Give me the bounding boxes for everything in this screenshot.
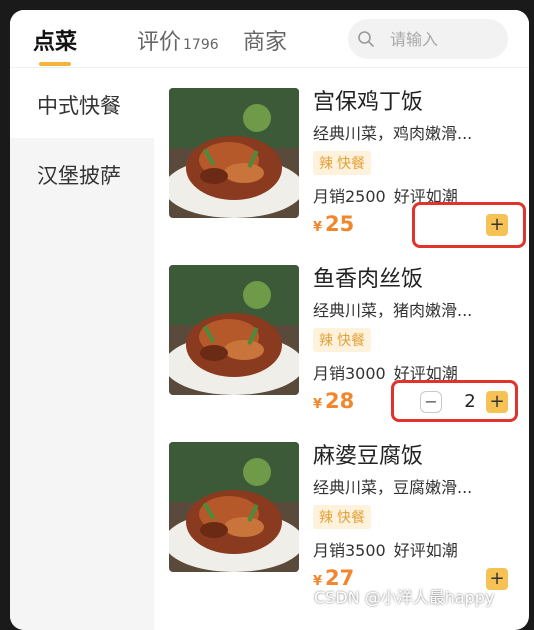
price-value: 28 bbox=[325, 389, 355, 413]
price-value: 25 bbox=[325, 212, 355, 236]
sidebar-item-label: 汉堡披萨 bbox=[37, 164, 121, 188]
sidebar-item-label: 中式快餐 bbox=[37, 94, 121, 118]
currency-symbol: ¥ bbox=[313, 220, 323, 235]
highlight-box bbox=[412, 202, 526, 248]
highlight-box bbox=[391, 380, 518, 422]
dish-tags: 辣快餐 bbox=[313, 328, 371, 352]
tag-spicy: 辣 bbox=[319, 333, 333, 349]
tag-spicy: 辣 bbox=[319, 510, 333, 526]
dish-description: 经典川菜，豆腐嫩滑... bbox=[313, 478, 473, 497]
watermark: CSDN @小洋人最happy bbox=[314, 588, 495, 607]
dish-description: 经典川菜，猪肉嫩滑... bbox=[313, 301, 473, 320]
monthly-sales: 月销2500 bbox=[313, 187, 386, 206]
dish-sales: 月销3500 好评如潮 bbox=[313, 537, 458, 561]
dish-price: ¥28 bbox=[313, 389, 354, 413]
sidebar-item-chinese-fast-food[interactable]: 中式快餐 bbox=[10, 68, 154, 138]
app-screen: 点菜 评价1796 商家 中式快餐 汉堡披萨 bbox=[10, 10, 529, 630]
dish-name: 鱼香肉丝饭 bbox=[313, 267, 424, 292]
sidebar-item-burger-pizza[interactable]: 汉堡披萨 bbox=[10, 138, 154, 208]
review-count: 1796 bbox=[183, 37, 219, 53]
dish-tags: 辣快餐 bbox=[313, 151, 371, 175]
active-tab-indicator bbox=[39, 62, 71, 66]
monthly-sales: 月销3000 bbox=[313, 364, 386, 383]
currency-symbol: ¥ bbox=[313, 397, 323, 412]
dish-item[interactable]: 鱼香肉丝饭 经典川菜，猪肉嫩滑... 辣快餐 月销3000 好评如潮 ¥28 − … bbox=[154, 251, 529, 427]
dish-name: 宫保鸡丁饭 bbox=[313, 90, 424, 115]
search-icon[interactable] bbox=[357, 30, 375, 48]
tag-fast-food: 快餐 bbox=[337, 333, 365, 349]
monthly-sales: 月销3500 bbox=[313, 541, 386, 560]
tab-review[interactable]: 评价 1796 bbox=[137, 24, 219, 56]
tab-review-label: 评价 bbox=[137, 30, 182, 55]
tab-merchant[interactable]: 商家 bbox=[243, 24, 287, 56]
tag-fast-food: 快餐 bbox=[337, 156, 365, 172]
dish-tags: 辣快餐 bbox=[313, 505, 371, 529]
dish-image bbox=[169, 442, 299, 572]
dish-image bbox=[169, 265, 299, 395]
tag-fast-food: 快餐 bbox=[337, 510, 365, 526]
tab-order-label: 点菜 bbox=[33, 30, 78, 55]
category-sidebar: 中式快餐 汉堡披萨 bbox=[10, 68, 154, 630]
dish-item[interactable]: 宫保鸡丁饭 经典川菜，鸡肉嫩滑... 辣快餐 月销2500 好评如潮 ¥25 + bbox=[154, 74, 529, 250]
dish-name: 麻婆豆腐饭 bbox=[313, 444, 424, 469]
dish-price: ¥25 bbox=[313, 212, 354, 236]
dish-description: 经典川菜，鸡肉嫩滑... bbox=[313, 124, 473, 143]
tag-spicy: 辣 bbox=[319, 156, 333, 172]
top-tab-bar: 点菜 评价 1796 商家 bbox=[10, 10, 529, 68]
dish-item[interactable]: 麻婆豆腐饭 经典川菜，豆腐嫩滑... 辣快餐 月销3500 好评如潮 ¥27 + bbox=[154, 428, 529, 604]
rating-text: 好评如潮 bbox=[393, 541, 458, 560]
tab-order[interactable]: 点菜 bbox=[33, 24, 77, 56]
search-bar[interactable] bbox=[348, 19, 508, 59]
tab-merchant-label: 商家 bbox=[243, 30, 288, 55]
dish-image bbox=[169, 88, 299, 218]
search-input[interactable] bbox=[390, 19, 500, 59]
